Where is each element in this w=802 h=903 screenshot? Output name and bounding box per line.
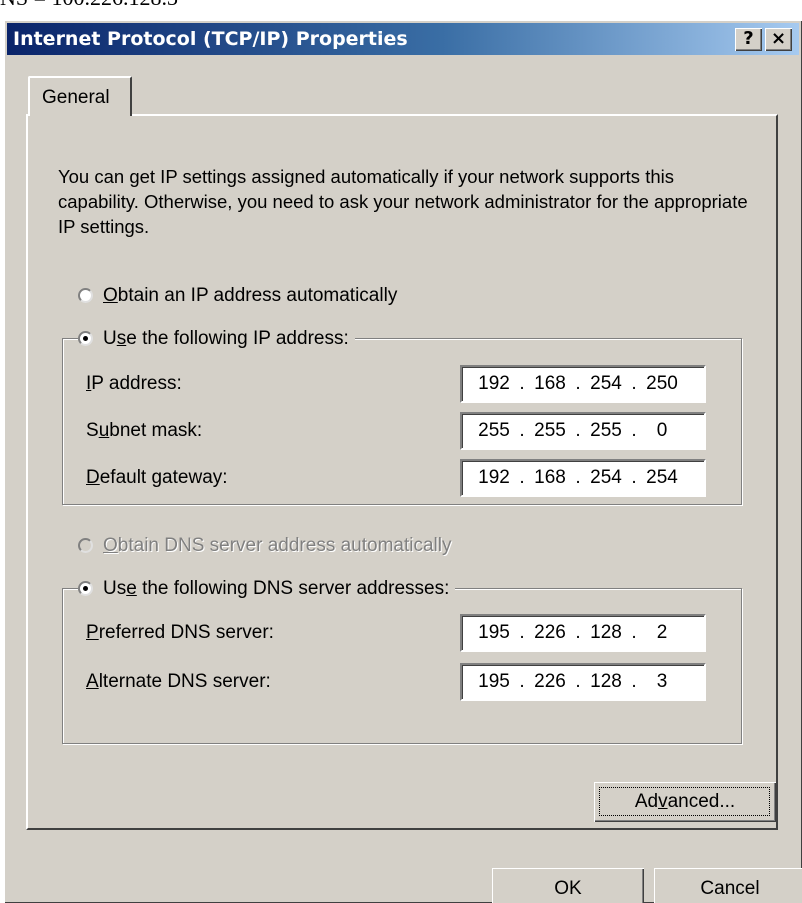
help-button[interactable]: ? bbox=[735, 28, 762, 51]
general-tab-panel: You can get IP settings assigned automat… bbox=[26, 114, 778, 830]
alternate-dns-field[interactable]: 195. 226. 128. 3 bbox=[460, 663, 706, 701]
obtain-dns-auto-radio[interactable]: Obtain DNS server address automatically bbox=[78, 534, 458, 558]
ip-address-field[interactable]: 192. 168. 254. 250 bbox=[460, 365, 706, 403]
tab-general-label: General bbox=[42, 87, 110, 108]
use-following-dns-radio[interactable]: Use the following DNS server addresses: bbox=[78, 577, 456, 601]
obtain-ip-auto-radio[interactable]: Obtain an IP address automatically bbox=[78, 284, 404, 308]
radio-icon bbox=[78, 288, 93, 303]
preferred-dns-label: Preferred DNS server: bbox=[86, 622, 274, 643]
default-gateway-field[interactable]: 192. 168. 254. 254 bbox=[460, 459, 706, 497]
tab-general[interactable]: General bbox=[28, 76, 132, 116]
background-text: NS = 100.226.128.3 bbox=[0, 0, 178, 10]
dialog-title: Internet Protocol (TCP/IP) Properties bbox=[13, 28, 408, 50]
ok-button[interactable]: OK bbox=[492, 868, 644, 903]
close-button[interactable]: × bbox=[765, 28, 792, 51]
ip-address-label: IP address: bbox=[86, 373, 182, 394]
advanced-button[interactable]: Advanced... bbox=[594, 782, 776, 822]
cancel-button[interactable]: Cancel bbox=[654, 868, 802, 903]
subnet-mask-label: Subnet mask: bbox=[86, 420, 203, 441]
title-bar[interactable]: Internet Protocol (TCP/IP) Properties ? … bbox=[7, 23, 799, 55]
preferred-dns-field[interactable]: 195. 226. 128. 2 bbox=[460, 614, 706, 652]
subnet-mask-field[interactable]: 255. 255. 255. 0 bbox=[460, 412, 706, 450]
radio-checked-icon bbox=[78, 581, 93, 596]
default-gateway-label: Default gateway: bbox=[86, 467, 228, 488]
alternate-dns-label: Alternate DNS server: bbox=[86, 671, 271, 692]
tcpip-properties-dialog: Internet Protocol (TCP/IP) Properties ? … bbox=[4, 20, 802, 903]
radio-checked-icon bbox=[78, 331, 93, 346]
description-text: You can get IP settings assigned automat… bbox=[58, 166, 748, 237]
use-following-ip-radio[interactable]: Use the following IP address: bbox=[78, 327, 355, 351]
radio-disabled-icon bbox=[78, 538, 93, 553]
